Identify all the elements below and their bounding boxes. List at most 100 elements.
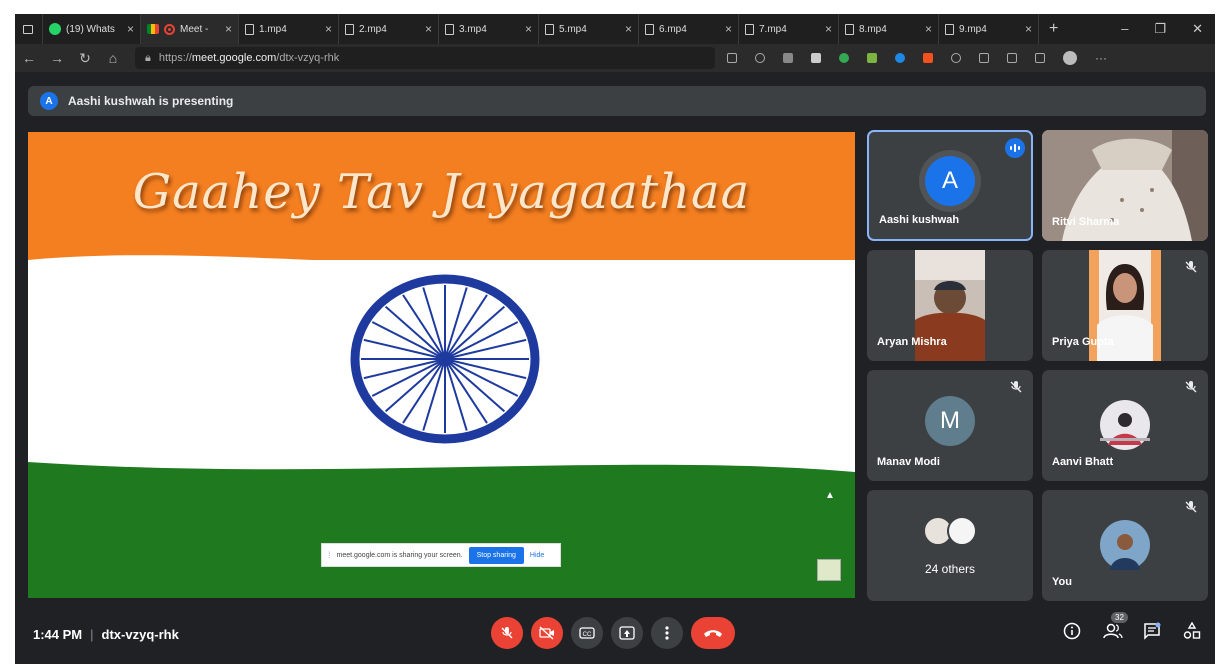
present-button[interactable] [611, 617, 643, 649]
participant-tile[interactable]: Priya Gupta [1042, 250, 1208, 361]
leave-call-button[interactable] [691, 617, 735, 649]
mic-off-icon [1185, 501, 1197, 513]
new-tab-icon[interactable]: + [1039, 20, 1068, 38]
meeting-controls-bar: 1:44 PM | dtx-vzyq-rhk CC 32 [15, 610, 1215, 664]
close-window-icon[interactable]: ✕ [1192, 21, 1203, 37]
tab-label: 6.mp4 [659, 23, 687, 35]
mic-toggle-button[interactable] [491, 617, 523, 649]
back-icon[interactable]: ← [15, 50, 43, 66]
tab-label: 9.mp4 [959, 23, 987, 35]
participant-tile[interactable]: Ritvi Sharma [1042, 130, 1208, 241]
tab-label: 3.mp4 [459, 23, 487, 35]
tab-meet[interactable]: Meet - × [141, 14, 239, 44]
slide-title: Gaahey Tav Jayagaathaa [132, 164, 751, 220]
camera-toggle-button[interactable] [531, 617, 563, 649]
collections-icon[interactable] [1007, 53, 1017, 63]
people-button[interactable]: 32 [1103, 612, 1128, 642]
tab-label: 1.mp4 [259, 23, 287, 35]
favorites-icon[interactable] [979, 53, 989, 63]
more-icon[interactable]: ··· [1095, 51, 1107, 65]
others-label: 24 others [924, 562, 976, 576]
tab-file[interactable]: 7.mp4 × [739, 14, 839, 44]
whatsapp-icon [49, 23, 61, 35]
tab-label: 2.mp4 [359, 23, 387, 35]
camera-icon[interactable] [727, 53, 737, 63]
extension-icon[interactable] [867, 53, 877, 63]
tab-file[interactable]: 1.mp4 × [239, 14, 339, 44]
tab-file[interactable]: 5.mp4 × [539, 14, 639, 44]
close-tab-icon[interactable]: × [619, 22, 632, 36]
tab-actions-icon[interactable] [15, 14, 43, 44]
close-tab-icon[interactable]: × [919, 22, 932, 36]
drag-handle-icon[interactable]: ⁞ [328, 550, 331, 560]
presenting-banner: A Aashi kushwah is presenting [28, 86, 1206, 116]
participant-name: Aryan Mishra [877, 336, 947, 348]
meeting-time: 1:44 PM [33, 627, 83, 642]
file-icon [345, 23, 354, 35]
tab-file[interactable]: 6.mp4 × [639, 14, 739, 44]
captions-button[interactable]: CC [571, 617, 603, 649]
close-tab-icon[interactable]: × [1019, 22, 1032, 36]
close-tab-icon[interactable]: × [719, 22, 732, 36]
close-tab-icon[interactable]: × [121, 22, 134, 36]
more-options-button[interactable] [651, 617, 683, 649]
info-icon [1063, 622, 1081, 640]
close-tab-icon[interactable]: × [519, 22, 532, 36]
people-count-badge: 32 [1111, 612, 1128, 623]
ashoka-chakra-icon [350, 274, 540, 444]
others-tile[interactable]: 24 others [867, 490, 1033, 601]
screen-frame: (19) Whats × Meet - × 1.mp4 × 2.mp4 × 3.mp… [15, 14, 1215, 664]
close-tab-icon[interactable]: × [319, 22, 332, 36]
hide-link[interactable]: Hide [530, 552, 544, 559]
tab-file[interactable]: 9.mp4 × [939, 14, 1039, 44]
minimize-icon[interactable]: – [1121, 21, 1128, 37]
extensions-bar: ··· [727, 51, 1107, 65]
profile-icon[interactable] [1063, 51, 1077, 65]
separator: | [90, 627, 94, 642]
tab-file[interactable]: 3.mp4 × [439, 14, 539, 44]
participant-tile[interactable]: Aryan Mishra [867, 250, 1033, 361]
tab-label: 5.mp4 [559, 23, 587, 35]
close-tab-icon[interactable]: × [819, 22, 832, 36]
meeting-code: dtx-vzyq-rhk [101, 627, 179, 642]
chat-icon [1144, 622, 1161, 640]
favorite-icon[interactable] [755, 53, 765, 63]
audio-level-icon [1005, 138, 1025, 158]
participant-tile-self[interactable]: You [1042, 490, 1208, 601]
url-field[interactable]: 🔒︎ https://meet.google.com/dtx-vzyq-rhk [135, 47, 715, 69]
stop-sharing-button[interactable]: Stop sharing [468, 546, 524, 564]
flag-wave-bottom [28, 442, 855, 472]
others-avatars [923, 516, 977, 546]
meeting-details-button[interactable] [1063, 622, 1083, 642]
extension-icon[interactable] [839, 53, 849, 63]
participant-tile[interactable]: M Manav Modi [867, 370, 1033, 481]
refresh-icon[interactable]: ↻ [71, 50, 99, 67]
meet-icon [147, 24, 159, 34]
address-bar: ← → ↻ ⌂ 🔒︎ https://meet.google.com/dtx-v… [15, 44, 1215, 72]
close-tab-icon[interactable]: × [219, 22, 232, 36]
extension-icon[interactable] [895, 53, 905, 63]
downloads-icon[interactable] [1035, 53, 1045, 63]
forward-icon[interactable]: → [43, 50, 71, 66]
chat-button[interactable] [1143, 622, 1163, 642]
restore-icon[interactable]: ❐ [1154, 21, 1166, 37]
home-icon[interactable]: ⌂ [99, 50, 127, 66]
close-tab-icon[interactable]: × [419, 22, 432, 36]
tab-file[interactable]: 8.mp4 × [839, 14, 939, 44]
extension-icon[interactable] [951, 53, 961, 63]
tab-whatsapp[interactable]: (19) Whats × [43, 14, 141, 44]
file-icon [845, 23, 854, 35]
activities-button[interactable] [1183, 621, 1203, 642]
recording-icon [164, 23, 175, 35]
participant-tile[interactable]: A Aashi kushwah [867, 130, 1033, 241]
share-notice-text: meet.google.com is sharing your screen. [336, 551, 463, 559]
tab-label: 8.mp4 [859, 23, 887, 35]
participant-tile[interactable]: Aanvi Bhatt [1042, 370, 1208, 481]
people-icon [1103, 623, 1123, 639]
tab-file[interactable]: 2.mp4 × [339, 14, 439, 44]
extension-icon[interactable] [783, 53, 793, 63]
mic-off-icon [1185, 381, 1197, 393]
extension-icon[interactable] [923, 53, 933, 63]
more-vert-icon [665, 626, 669, 640]
extension-icon[interactable] [811, 53, 821, 63]
